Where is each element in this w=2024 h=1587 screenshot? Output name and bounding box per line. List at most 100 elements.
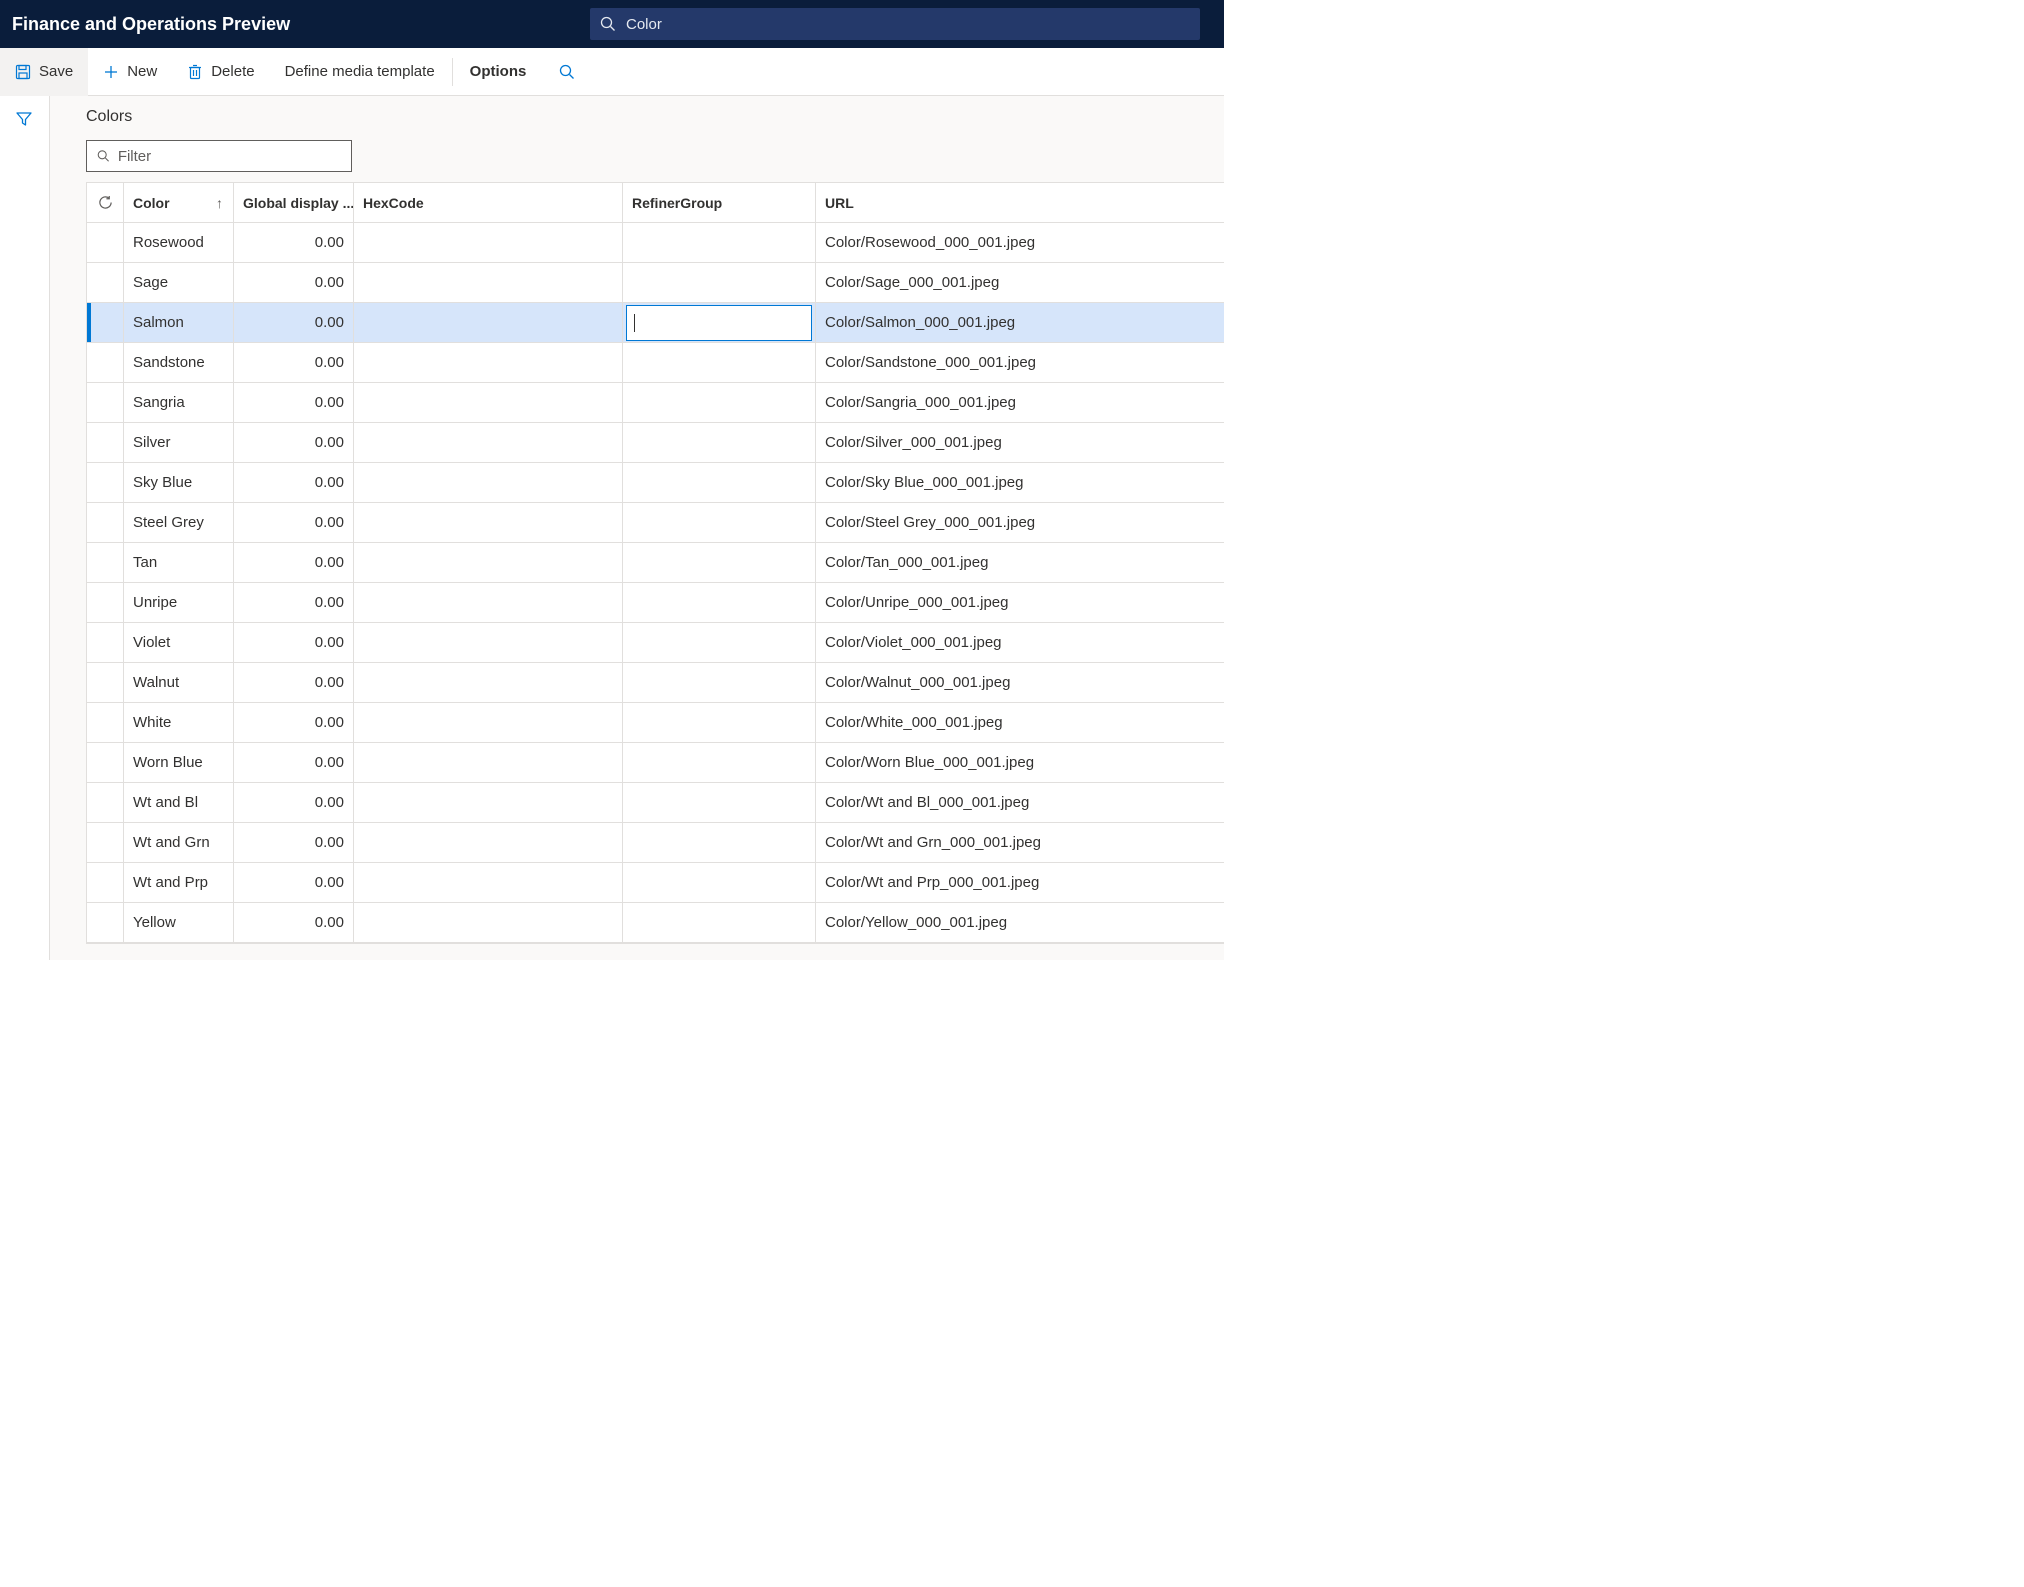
url-cell[interactable]: Color/Wt and Prp_000_001.jpeg [816, 863, 1224, 902]
refinergroup-cell[interactable] [623, 343, 816, 382]
color-column-header[interactable]: Color ↑ [124, 183, 234, 222]
row-selector-cell[interactable] [87, 743, 124, 782]
row-selector-cell[interactable] [87, 463, 124, 502]
table-row[interactable]: Sangria 0.00 Color/Sangria_000_001.jpeg [87, 383, 1224, 423]
hexcode-cell[interactable] [354, 823, 623, 862]
refinergroup-cell[interactable] [623, 583, 816, 622]
display-order-cell[interactable]: 0.00 [234, 303, 354, 342]
color-cell[interactable]: Salmon [124, 303, 234, 342]
url-cell[interactable]: Color/Rosewood_000_001.jpeg [816, 223, 1224, 262]
table-row[interactable]: Wt and Bl 0.00 Color/Wt and Bl_000_001.j… [87, 783, 1224, 823]
table-row[interactable]: Rosewood 0.00 Color/Rosewood_000_001.jpe… [87, 223, 1224, 263]
display-order-cell[interactable]: 0.00 [234, 263, 354, 302]
row-selector-cell[interactable] [87, 223, 124, 262]
row-selector-cell[interactable] [87, 383, 124, 422]
color-cell[interactable]: Worn Blue [124, 743, 234, 782]
hexcode-cell[interactable] [354, 743, 623, 782]
display-order-column-header[interactable]: Global display ... [234, 183, 354, 222]
refinergroup-cell[interactable] [623, 743, 816, 782]
table-row[interactable]: Unripe 0.00 Color/Unripe_000_001.jpeg [87, 583, 1224, 623]
color-cell[interactable]: Steel Grey [124, 503, 234, 542]
hexcode-column-header[interactable]: HexCode [354, 183, 623, 222]
display-order-cell[interactable]: 0.00 [234, 743, 354, 782]
table-row[interactable]: White 0.00 Color/White_000_001.jpeg [87, 703, 1224, 743]
table-row[interactable]: Worn Blue 0.00 Color/Worn Blue_000_001.j… [87, 743, 1224, 783]
table-row[interactable]: Wt and Grn 0.00 Color/Wt and Grn_000_001… [87, 823, 1224, 863]
url-cell[interactable]: Color/Worn Blue_000_001.jpeg [816, 743, 1224, 782]
display-order-cell[interactable]: 0.00 [234, 543, 354, 582]
color-cell[interactable]: Silver [124, 423, 234, 462]
color-cell[interactable]: Walnut [124, 663, 234, 702]
url-cell[interactable]: Color/Silver_000_001.jpeg [816, 423, 1224, 462]
display-order-cell[interactable]: 0.00 [234, 463, 354, 502]
row-selector-cell[interactable] [87, 263, 124, 302]
url-cell[interactable]: Color/Sandstone_000_001.jpeg [816, 343, 1224, 382]
refinergroup-cell[interactable] [623, 503, 816, 542]
url-column-header[interactable]: URL [816, 183, 1224, 222]
table-row[interactable]: Wt and Prp 0.00 Color/Wt and Prp_000_001… [87, 863, 1224, 903]
display-order-cell[interactable]: 0.00 [234, 343, 354, 382]
color-cell[interactable]: Yellow [124, 903, 234, 942]
table-row[interactable]: Salmon 0.00 Color/Salmon_000_001.jpeg [87, 303, 1224, 343]
url-cell[interactable]: Color/Steel Grey_000_001.jpeg [816, 503, 1224, 542]
define-media-template-button[interactable]: Define media template [270, 48, 450, 96]
new-button[interactable]: New [88, 48, 172, 96]
refinergroup-cell[interactable] [623, 223, 816, 262]
hexcode-cell[interactable] [354, 903, 623, 942]
refinergroup-cell[interactable] [623, 263, 816, 302]
refinergroup-cell[interactable] [623, 543, 816, 582]
color-cell[interactable]: Rosewood [124, 223, 234, 262]
color-cell[interactable]: Tan [124, 543, 234, 582]
hexcode-cell[interactable] [354, 863, 623, 902]
refresh-column-header[interactable] [87, 183, 124, 222]
display-order-cell[interactable]: 0.00 [234, 623, 354, 662]
table-row[interactable]: Yellow 0.00 Color/Yellow_000_001.jpeg [87, 903, 1224, 943]
display-order-cell[interactable]: 0.00 [234, 503, 354, 542]
row-selector-cell[interactable] [87, 903, 124, 942]
table-row[interactable]: Sandstone 0.00 Color/Sandstone_000_001.j… [87, 343, 1224, 383]
row-selector-cell[interactable] [87, 303, 124, 342]
row-selector-cell[interactable] [87, 703, 124, 742]
row-selector-cell[interactable] [87, 863, 124, 902]
row-selector-cell[interactable] [87, 783, 124, 822]
row-selector-cell[interactable] [87, 623, 124, 662]
table-row[interactable]: Sage 0.00 Color/Sage_000_001.jpeg [87, 263, 1224, 303]
url-cell[interactable]: Color/Violet_000_001.jpeg [816, 623, 1224, 662]
hexcode-cell[interactable] [354, 423, 623, 462]
color-cell[interactable]: Unripe [124, 583, 234, 622]
display-order-cell[interactable]: 0.00 [234, 663, 354, 702]
display-order-cell[interactable]: 0.00 [234, 823, 354, 862]
url-cell[interactable]: Color/Tan_000_001.jpeg [816, 543, 1224, 582]
url-cell[interactable]: Color/Sangria_000_001.jpeg [816, 383, 1224, 422]
refinergroup-cell[interactable] [623, 823, 816, 862]
url-cell[interactable]: Color/White_000_001.jpeg [816, 703, 1224, 742]
hexcode-cell[interactable] [354, 703, 623, 742]
color-cell[interactable]: Wt and Grn [124, 823, 234, 862]
refinergroup-cell[interactable] [623, 703, 816, 742]
options-button[interactable]: Options [455, 48, 542, 96]
hexcode-cell[interactable] [354, 783, 623, 822]
filter-rail-button[interactable] [15, 110, 33, 960]
delete-button[interactable]: Delete [172, 48, 269, 96]
color-cell[interactable]: White [124, 703, 234, 742]
refinergroup-cell[interactable] [623, 383, 816, 422]
refinergroup-cell[interactable] [623, 903, 816, 942]
display-order-cell[interactable]: 0.00 [234, 863, 354, 902]
display-order-cell[interactable]: 0.00 [234, 423, 354, 462]
url-cell[interactable]: Color/Walnut_000_001.jpeg [816, 663, 1224, 702]
hexcode-cell[interactable] [354, 663, 623, 702]
hexcode-cell[interactable] [354, 503, 623, 542]
display-order-cell[interactable]: 0.00 [234, 703, 354, 742]
refinergroup-cell[interactable] [623, 423, 816, 462]
row-selector-cell[interactable] [87, 823, 124, 862]
hexcode-cell[interactable] [354, 623, 623, 662]
table-row[interactable]: Violet 0.00 Color/Violet_000_001.jpeg [87, 623, 1224, 663]
table-row[interactable]: Walnut 0.00 Color/Walnut_000_001.jpeg [87, 663, 1224, 703]
row-selector-cell[interactable] [87, 543, 124, 582]
hexcode-cell[interactable] [354, 583, 623, 622]
row-selector-cell[interactable] [87, 663, 124, 702]
refinergroup-input[interactable] [626, 305, 812, 341]
color-cell[interactable]: Wt and Prp [124, 863, 234, 902]
color-cell[interactable]: Sangria [124, 383, 234, 422]
url-cell[interactable]: Color/Sage_000_001.jpeg [816, 263, 1224, 302]
